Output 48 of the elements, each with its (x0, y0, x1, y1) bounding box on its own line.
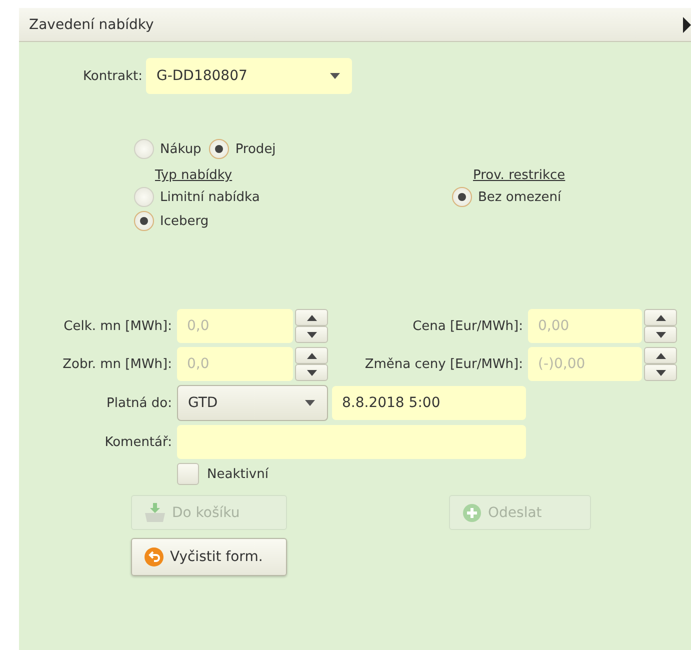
radio-option[interactable]: Nákup (134, 139, 202, 159)
up-arrow-icon (656, 314, 666, 320)
comment-field[interactable] (177, 425, 526, 459)
basket-icon (144, 502, 166, 522)
down-arrow-icon (306, 370, 316, 376)
field-label: Cena [Eur/MWh]: (412, 318, 523, 334)
field-label: Platná do: (106, 396, 172, 410)
radio-option[interactable]: Prodej (209, 139, 276, 159)
caret-icon (305, 400, 315, 406)
down-arrow-icon (306, 332, 316, 338)
increment-button[interactable] (644, 347, 677, 364)
checkbox-label: Neaktivní (207, 466, 268, 482)
decrement-button[interactable] (295, 326, 328, 343)
section-heading: Typ nabídky (155, 168, 232, 183)
down-arrow-icon (656, 370, 666, 376)
section-heading: Prov. restrikce (473, 168, 566, 183)
field-label: Změna ceny [Eur/MWh]: (364, 356, 523, 372)
contract-select[interactable]: G-DD180807 (146, 58, 352, 94)
caret-icon (330, 73, 340, 79)
increment-button[interactable] (644, 309, 677, 326)
plus-icon (462, 502, 482, 522)
down-arrow-icon (656, 332, 666, 338)
field-label: Celk. mn [MWh]: (62, 318, 172, 334)
up-arrow-icon (306, 352, 316, 358)
expand-arrow-icon[interactable] (683, 16, 691, 32)
up-arrow-icon (306, 314, 316, 320)
number-field[interactable]: 0,0 (177, 309, 293, 343)
radio-option[interactable]: Iceberg (134, 211, 452, 231)
decrement-button[interactable] (644, 364, 677, 381)
validity-select[interactable]: GTD (177, 385, 328, 421)
increment-button[interactable] (295, 347, 328, 364)
action-button[interactable]: Vyčistit form. (131, 538, 287, 576)
number-field[interactable]: (-)0,00 (528, 347, 642, 381)
up-arrow-icon (656, 352, 666, 358)
field-label: Komentář: (104, 434, 172, 450)
undo-icon (144, 547, 164, 567)
checkbox[interactable] (177, 463, 199, 485)
radio-option[interactable]: Bez omezení (452, 187, 562, 207)
date-field[interactable]: 8.8.2018 5:00 (332, 386, 526, 420)
contract-label: Kontrakt: (83, 68, 142, 84)
panel-title: Zavedení nabídky (29, 16, 154, 32)
decrement-button[interactable] (644, 326, 677, 343)
number-field[interactable]: 0,0 (177, 347, 293, 381)
field-label: Zobr. mn [MWh]: (62, 356, 172, 372)
decrement-button[interactable] (295, 364, 328, 381)
number-field[interactable]: 0,00 (528, 309, 642, 343)
radio-option[interactable]: Limitní nabídka (134, 187, 452, 207)
increment-button[interactable] (295, 309, 328, 326)
